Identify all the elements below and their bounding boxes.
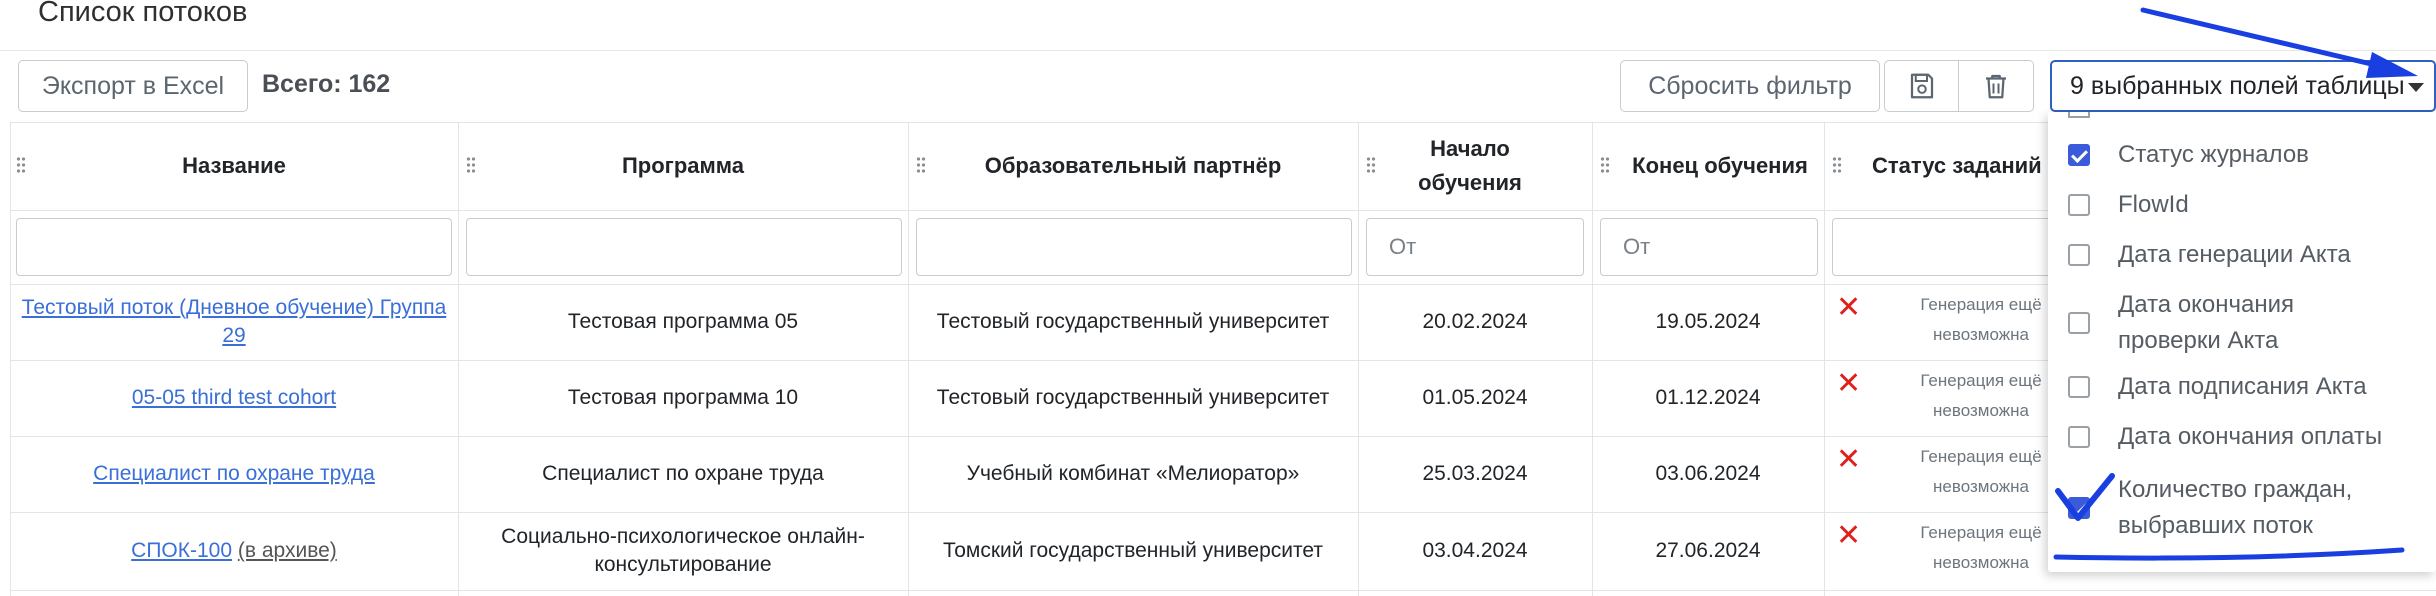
name-filter-input[interactable] <box>16 218 452 276</box>
partner-cell: Томский государственный университет <box>943 539 1323 562</box>
start-date-cell: 03.04.2024 <box>1422 539 1528 562</box>
start-date-cell: 01.05.2024 <box>1422 386 1528 409</box>
field-option[interactable]: Статус журналов <box>2068 137 2309 173</box>
end-date-cell: 01.12.2024 <box>1655 386 1761 409</box>
table-fields-select[interactable]: 9 выбранных полей таблицы <box>2050 60 2436 112</box>
column-header-end[interactable]: Конец обучения <box>1610 124 1830 208</box>
divider <box>0 50 2436 51</box>
column-drag-handle[interactable] <box>1832 156 1842 174</box>
partner-cell: Тестовый государственный университет <box>936 386 1330 409</box>
caret-down-icon <box>2408 83 2424 92</box>
total-count: Всего: 162 <box>262 70 391 98</box>
column-header-name[interactable]: Название <box>10 124 458 208</box>
delete-button[interactable] <box>1958 60 2034 112</box>
end-date-cell: 27.06.2024 <box>1655 539 1761 562</box>
divider <box>10 590 2436 591</box>
field-option[interactable]: Количество граждан, выбравших поток <box>2068 472 2398 544</box>
field-option[interactable]: Дата окончания проверки Акта <box>2068 287 2368 359</box>
table-row: Специалист по охране труда <box>10 436 458 512</box>
partner-cell: Тестовый государственный университет <box>936 310 1330 333</box>
checkbox-icon[interactable] <box>2068 376 2090 398</box>
error-x-icon: ✕ <box>1836 443 1862 476</box>
column-header-start[interactable]: Начало обучения <box>1390 124 1550 208</box>
checkbox-checked-icon[interactable] <box>2068 144 2090 166</box>
program-cell: Тестовая программа 10 <box>567 386 799 409</box>
field-option[interactable]: Дата генерации Акта <box>2068 237 2351 273</box>
fields-dropdown-menu: Статус журналов FlowId Дата генерации Ак… <box>2048 112 2436 572</box>
program-filter-input[interactable] <box>466 218 902 276</box>
archived-label: (в архиве) <box>237 539 337 562</box>
start-date-filter-input[interactable]: От <box>1366 218 1584 276</box>
flow-link[interactable]: СПОК-100 <box>131 539 232 562</box>
program-cell: Тестовая программа 05 <box>567 310 799 333</box>
end-date-cell: 03.06.2024 <box>1655 462 1761 485</box>
partner-filter-input[interactable] <box>916 218 1352 276</box>
partner-cell: Учебный комбинат «Мелиоратор» <box>966 462 1300 485</box>
error-x-icon: ✕ <box>1836 519 1862 552</box>
end-date-cell: 19.05.2024 <box>1655 310 1761 333</box>
field-option[interactable]: Дата окончания оплаты <box>2068 419 2382 455</box>
error-x-icon: ✕ <box>1836 367 1862 400</box>
status-text: Генерация ещё невозможна <box>1920 295 2042 344</box>
flow-link[interactable]: 05-05 third test cohort <box>132 384 336 412</box>
checkbox-checked-icon[interactable] <box>2068 497 2090 519</box>
task-status-filter-input[interactable] <box>1832 218 2062 276</box>
checkbox-icon[interactable] <box>2068 312 2090 334</box>
column-header-partner[interactable]: Образовательный партнёр <box>908 124 1358 208</box>
flow-link[interactable]: Специалист по охране труда <box>93 460 375 488</box>
column-drag-handle[interactable] <box>1366 156 1376 174</box>
flow-link[interactable]: Тестовый поток (Дневное обучение) Группа… <box>20 294 448 350</box>
field-option[interactable]: Дата подписания Акта <box>2068 369 2367 405</box>
column-header-task-status[interactable]: Статус заданий <box>1842 124 2062 208</box>
table-row: Тестовый поток (Дневное обучение) Группа… <box>10 284 458 360</box>
trash-icon <box>1986 74 2006 99</box>
field-option[interactable]: FlowId <box>2068 187 2189 223</box>
page-title: Список потоков <box>38 0 248 28</box>
program-cell: Социально-психологическое онлайн-консуль… <box>501 525 865 576</box>
start-date-cell: 25.03.2024 <box>1422 462 1528 485</box>
export-excel-button[interactable]: Экспорт в Excel <box>18 60 248 112</box>
table-row: 05-05 third test cohort <box>10 360 458 436</box>
checkbox-icon[interactable] <box>2068 244 2090 266</box>
status-text: Генерация ещё невозможна <box>1920 447 2042 496</box>
reset-filter-button[interactable]: Сбросить фильтр <box>1620 60 1880 112</box>
start-date-cell: 20.02.2024 <box>1422 310 1528 333</box>
floppy-disk-icon <box>1910 73 1934 99</box>
error-x-icon: ✕ <box>1836 291 1862 324</box>
program-cell: Специалист по охране труда <box>542 462 824 485</box>
status-text: Генерация ещё невозможна <box>1920 371 2042 420</box>
checkbox-partial <box>2068 112 2090 118</box>
checkbox-icon[interactable] <box>2068 426 2090 448</box>
checkbox-icon[interactable] <box>2068 194 2090 216</box>
column-drag-handle[interactable] <box>1600 156 1610 174</box>
column-header-program[interactable]: Программа <box>458 124 908 208</box>
status-text: Генерация ещё невозможна <box>1920 523 2042 572</box>
save-button[interactable] <box>1884 60 1960 112</box>
table-row: СПОК-100 (в архиве) <box>10 512 458 590</box>
end-date-filter-input[interactable]: От <box>1600 218 1818 276</box>
table-fields-select-value: 9 выбранных полей таблицы <box>2070 71 2405 100</box>
